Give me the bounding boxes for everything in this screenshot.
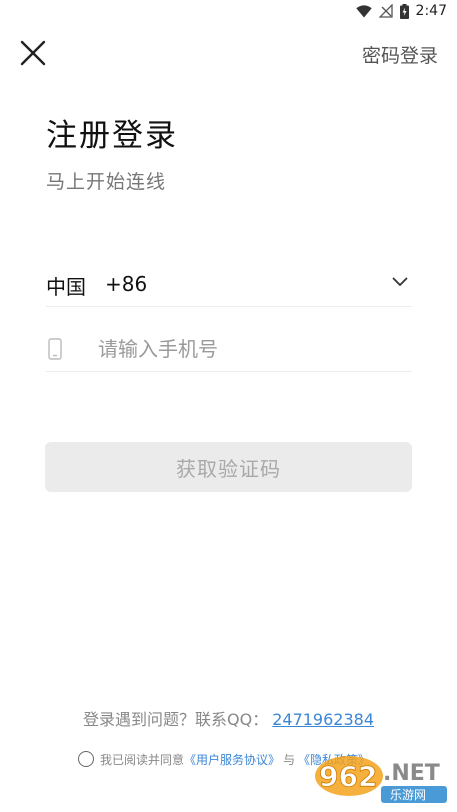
status-time: 2:47 [415,3,447,19]
watermark-logo: 962 .NET 乐游网 [315,756,447,803]
status-bar: 2:47 [0,0,457,26]
chevron-down-icon [392,277,408,286]
page-title: 注册登录 [46,118,178,154]
battery-charging-icon [399,3,409,19]
country-code: +86 [105,272,148,296]
status-icons: 2:47 [355,3,447,19]
phone-field [46,328,412,372]
country-selector[interactable]: 中国 +86 [46,262,412,307]
get-verification-code-button[interactable]: 获取验证码 [45,442,412,492]
page-subtitle: 马上开始连线 [46,171,167,193]
user-agreement-link[interactable]: 《用户服务协议》 [184,751,280,768]
password-login-link[interactable]: 密码登录 [362,41,438,68]
svg-text:962: 962 [319,760,377,793]
wifi-icon [355,4,372,17]
close-icon [20,40,46,66]
svg-text:乐游网: 乐游网 [390,788,426,802]
help-qq-link[interactable]: 2471962384 [272,710,374,729]
svg-text:.NET: .NET [383,761,440,786]
agree-and-text: 与 [283,752,296,767]
agree-radio[interactable] [78,751,94,767]
close-button[interactable] [18,38,48,68]
phone-icon [48,338,62,360]
help-text: 登录遇到问题？联系QQ： [83,710,269,729]
agree-text: 我已阅读并同意 [100,752,185,767]
phone-input[interactable] [98,332,398,366]
help-line: 登录遇到问题？联系QQ： 2471962384 [0,706,457,730]
no-signal-icon [378,4,393,18]
country-name: 中国 [46,275,86,299]
